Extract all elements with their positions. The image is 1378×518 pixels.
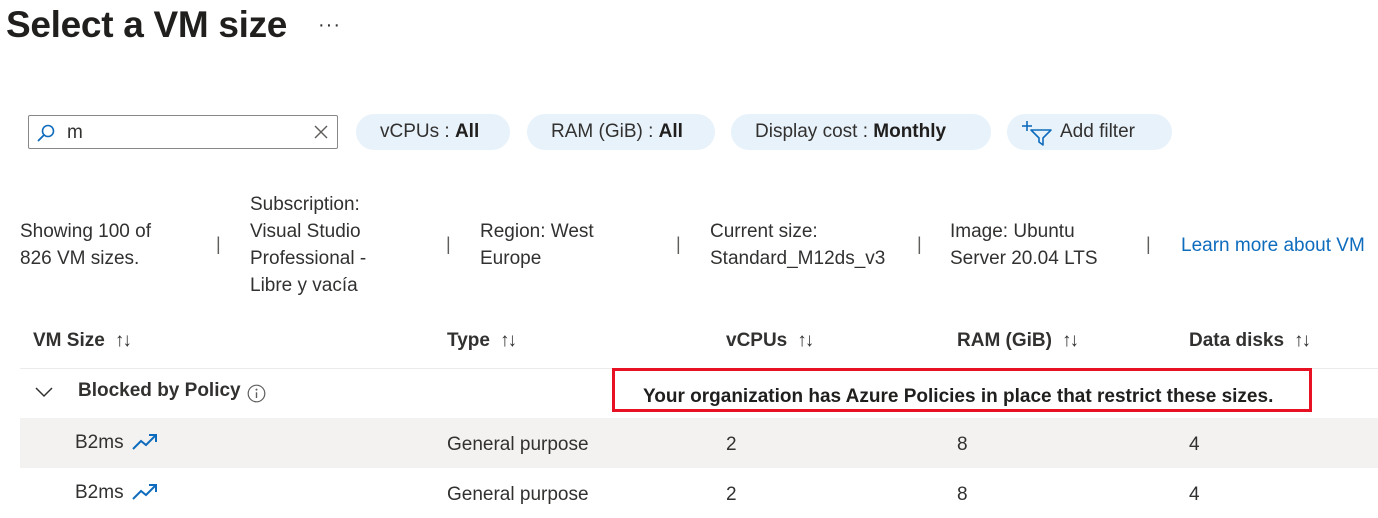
column-header-data-disks[interactable]: Data disks ↑↓ [1189, 330, 1311, 352]
more-options-button[interactable]: ··· [318, 14, 341, 37]
subscription-info: Subscription: Visual Studio Professional… [250, 194, 367, 296]
search-input[interactable]: m [67, 122, 83, 144]
current-size-info: Current size: Standard_M12ds_v3 [710, 221, 886, 269]
vm-size-cell[interactable]: B2ms [75, 432, 124, 454]
vcpus-cell: 2 [726, 484, 737, 505]
trending-up-icon [132, 434, 157, 450]
info-separator: | [917, 234, 922, 254]
column-header-vm-size[interactable]: VM Size ↑↓ [33, 330, 132, 352]
vm-size-cell[interactable]: B2ms [75, 482, 124, 504]
column-header-ram[interactable]: RAM (GiB) ↑↓ [957, 330, 1079, 352]
info-separator: | [676, 234, 681, 254]
showing-count: Showing 100 of 826 VM sizes. [20, 221, 151, 269]
ram-cell: 8 [957, 484, 968, 505]
ram-cell: 8 [957, 434, 968, 455]
close-icon[interactable] [313, 124, 329, 140]
vcpus-filter-pill[interactable]: vCPUs : All [356, 114, 510, 150]
info-separator: | [446, 234, 451, 254]
sort-icon: ↑↓ [499, 330, 517, 351]
sort-icon: ↑↓ [1294, 330, 1311, 351]
policy-message: Your organization has Azure Policies in … [612, 368, 1312, 412]
trending-up-icon [132, 484, 157, 500]
column-header-type[interactable]: Type ↑↓ [447, 330, 517, 352]
data-disks-cell: 4 [1189, 434, 1200, 455]
group-header-blocked-by-policy: Blocked by Policy [78, 380, 241, 401]
display-cost-filter-pill[interactable]: Display cost : Monthly [731, 114, 991, 150]
sort-icon: ↑↓ [114, 330, 132, 351]
info-icon[interactable] [247, 384, 266, 403]
add-filter-button[interactable]: Add filter [1007, 114, 1172, 150]
page-title: Select a VM size [6, 4, 288, 45]
info-separator: | [1146, 234, 1151, 254]
image-info: Image: Ubuntu Server 20.04 LTS [950, 221, 1098, 269]
type-cell: General purpose [447, 484, 589, 505]
search-icon [37, 124, 55, 142]
info-separator: | [216, 234, 221, 254]
table-row[interactable]: B2ms General purpose 2 8 4 [20, 468, 1378, 518]
learn-more-link[interactable]: Learn more about VM [1181, 232, 1365, 259]
add-filter-icon [1022, 121, 1052, 146]
type-cell: General purpose [447, 434, 589, 455]
vcpus-cell: 2 [726, 434, 737, 455]
sort-icon: ↑↓ [1061, 330, 1079, 351]
data-disks-cell: 4 [1189, 484, 1200, 505]
search-box[interactable]: m [28, 115, 338, 149]
column-header-vcpus[interactable]: vCPUs ↑↓ [726, 330, 814, 352]
region-info: Region: West Europe [480, 221, 594, 269]
table-row[interactable]: B2ms General purpose 2 8 4 [20, 418, 1378, 468]
ram-filter-pill[interactable]: RAM (GiB) : All [527, 114, 715, 150]
add-filter-label: Add filter [1060, 121, 1135, 142]
chevron-down-icon[interactable] [34, 385, 54, 399]
sort-icon: ↑↓ [797, 330, 814, 351]
